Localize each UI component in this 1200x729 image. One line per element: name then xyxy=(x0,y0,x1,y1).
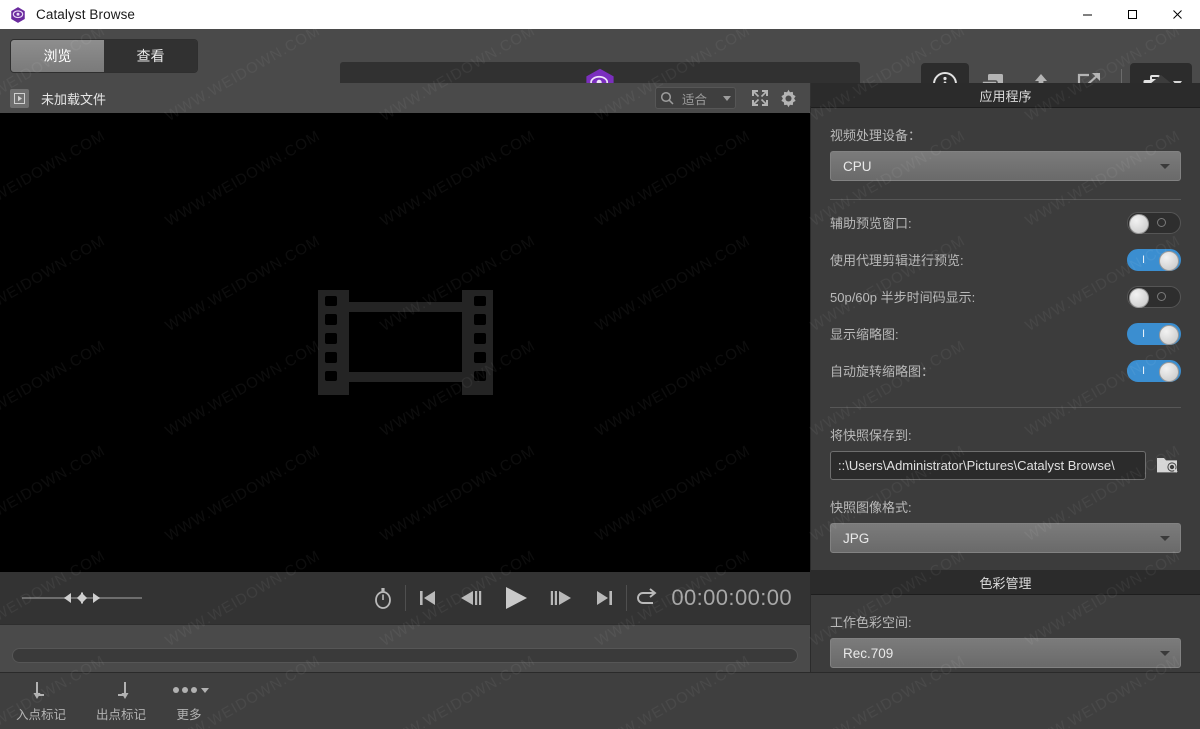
snapshot-format-value: JPG xyxy=(843,530,870,546)
snapshot-format-label: 快照图像格式: xyxy=(830,500,912,515)
halfstep-timecode-label: 50p/60p 半步时间码显示: xyxy=(830,290,976,305)
zoom-level-value: 适合 xyxy=(681,92,707,107)
chevron-down-icon xyxy=(723,95,731,101)
snapshot-path-input[interactable]: ::\Users\Administrator\Pictures\Catalyst… xyxy=(830,451,1146,480)
color-space-value: Rec.709 xyxy=(843,645,894,661)
mark-out-label: 出点标记 xyxy=(95,708,146,722)
toggle-row-halfstep-timecode: 50p/60p 半步时间码显示: xyxy=(830,278,1181,315)
close-icon xyxy=(1173,10,1182,19)
proxy-preview-toggle[interactable]: I xyxy=(1127,248,1181,271)
main-toolbar: 浏览 查看 xyxy=(0,29,1200,106)
more-label: 更多 xyxy=(176,708,202,722)
snapshot-path-label: 将快照保存到: xyxy=(830,428,912,443)
go-to-start-button[interactable] xyxy=(406,578,450,618)
shuttle-slider[interactable] xyxy=(22,588,142,608)
toggle-row-proxy-preview: 使用代理剪辑进行预览: I xyxy=(830,241,1181,278)
auto-rotate-thumbnails-toggle[interactable]: I xyxy=(1127,359,1181,382)
snapshot-path-row: ::\Users\Administrator\Pictures\Catalyst… xyxy=(830,451,1181,480)
viewer-header: 未加载文件 适合 xyxy=(0,83,810,113)
fullscreen-button[interactable] xyxy=(746,84,774,112)
minimize-button[interactable] xyxy=(1065,0,1110,29)
play-button[interactable] xyxy=(494,578,538,618)
maximize-button[interactable] xyxy=(1110,0,1155,29)
timer-button[interactable] xyxy=(361,578,405,618)
toggle-row-show-thumbnails: 显示缩略图: I xyxy=(830,315,1181,352)
timeline-scrubber[interactable] xyxy=(12,648,798,663)
bottom-bar: 入点标记 出点标记 更多 xyxy=(0,672,1200,729)
shuttle-slider-icon xyxy=(64,592,100,604)
mode-tabs: 浏览 查看 xyxy=(10,39,198,73)
halfstep-timecode-toggle[interactable] xyxy=(1127,285,1181,308)
video-device-value: CPU xyxy=(843,158,872,174)
step-back-icon xyxy=(461,591,482,605)
proxy-preview-label: 使用代理剪辑进行预览: xyxy=(830,253,964,268)
video-viewer[interactable] xyxy=(0,113,810,572)
film-strip-icon xyxy=(317,290,493,395)
viewer-settings-button[interactable] xyxy=(774,84,802,112)
snapshot-browse-button[interactable] xyxy=(1155,454,1181,478)
chevron-down-icon xyxy=(1160,164,1170,169)
more-button[interactable]: 更多 xyxy=(152,679,226,725)
settings-panel: 应用程序 视频处理设备： CPU 辅助预览窗口: 使用代理剪辑进行预览: I 5… xyxy=(811,83,1200,672)
toggle-row-auto-rotate-thumbnails: 自动旋转缩略图： I xyxy=(830,352,1181,389)
color-space-label: 工作色彩空间: xyxy=(830,615,912,630)
expand-panel-icon xyxy=(14,92,25,104)
minimize-icon xyxy=(1083,14,1092,16)
go-to-end-button[interactable] xyxy=(582,578,626,618)
fullscreen-icon xyxy=(752,90,768,106)
mark-in-label: 入点标记 xyxy=(15,708,66,722)
color-space-select[interactable]: Rec.709 xyxy=(830,638,1181,668)
play-icon xyxy=(506,587,528,609)
timeline-strip xyxy=(0,624,810,672)
close-button[interactable] xyxy=(1155,0,1200,29)
skip-to-end-icon xyxy=(597,591,613,605)
gear-icon xyxy=(780,89,796,107)
divider-2 xyxy=(830,407,1181,408)
tab-view[interactable]: 查看 xyxy=(104,40,197,72)
mark-in-icon xyxy=(31,679,51,703)
chevron-down-icon xyxy=(1160,536,1170,541)
search-icon xyxy=(660,91,674,105)
mark-in-button[interactable]: 入点标记 xyxy=(4,679,78,725)
auto-rotate-thumbnails-label: 自动旋转缩略图： xyxy=(830,364,935,379)
skip-to-start-icon xyxy=(420,591,436,605)
snapshot-format-select[interactable]: JPG xyxy=(830,523,1181,553)
next-frame-button[interactable] xyxy=(538,578,582,618)
chevron-down-icon xyxy=(1160,651,1170,656)
catalyst-hex-logo xyxy=(11,6,25,23)
tab-browse[interactable]: 浏览 xyxy=(11,40,104,72)
ellipsis-icon xyxy=(169,679,209,703)
title-bar: Catalyst Browse xyxy=(0,0,1200,29)
secondary-preview-label: 辅助预览窗口: xyxy=(830,216,912,231)
mark-out-icon xyxy=(111,679,131,703)
loop-button[interactable] xyxy=(627,578,671,618)
window-title: Catalyst Browse xyxy=(36,7,136,22)
video-device-label: 视频处理设备： xyxy=(830,128,922,143)
viewer-title: 未加载文件 xyxy=(41,91,107,107)
expand-panel-button[interactable] xyxy=(10,88,29,108)
zoom-level-dropdown[interactable]: 适合 xyxy=(654,87,736,109)
folder-search-icon xyxy=(1157,458,1178,473)
previous-frame-button[interactable] xyxy=(450,578,494,618)
show-thumbnails-toggle[interactable]: I xyxy=(1127,322,1181,345)
loop-icon xyxy=(637,588,657,604)
divider xyxy=(830,199,1181,200)
toggle-row-secondary-preview: 辅助预览窗口: xyxy=(830,204,1181,241)
secondary-preview-toggle[interactable] xyxy=(1127,211,1181,234)
group-header-color-management: 色彩管理 xyxy=(811,570,1200,595)
mark-out-button[interactable]: 出点标记 xyxy=(84,679,158,725)
video-device-select[interactable]: CPU xyxy=(830,151,1181,181)
current-timecode: 00:00:00:00 xyxy=(671,585,792,610)
transport-controls: 00:00:00:00 xyxy=(0,572,810,624)
step-forward-icon xyxy=(551,591,572,605)
maximize-icon xyxy=(1128,10,1137,19)
group-header-application: 应用程序 xyxy=(811,83,1200,108)
show-thumbnails-label: 显示缩略图: xyxy=(830,327,899,342)
stopwatch-icon xyxy=(375,588,392,609)
